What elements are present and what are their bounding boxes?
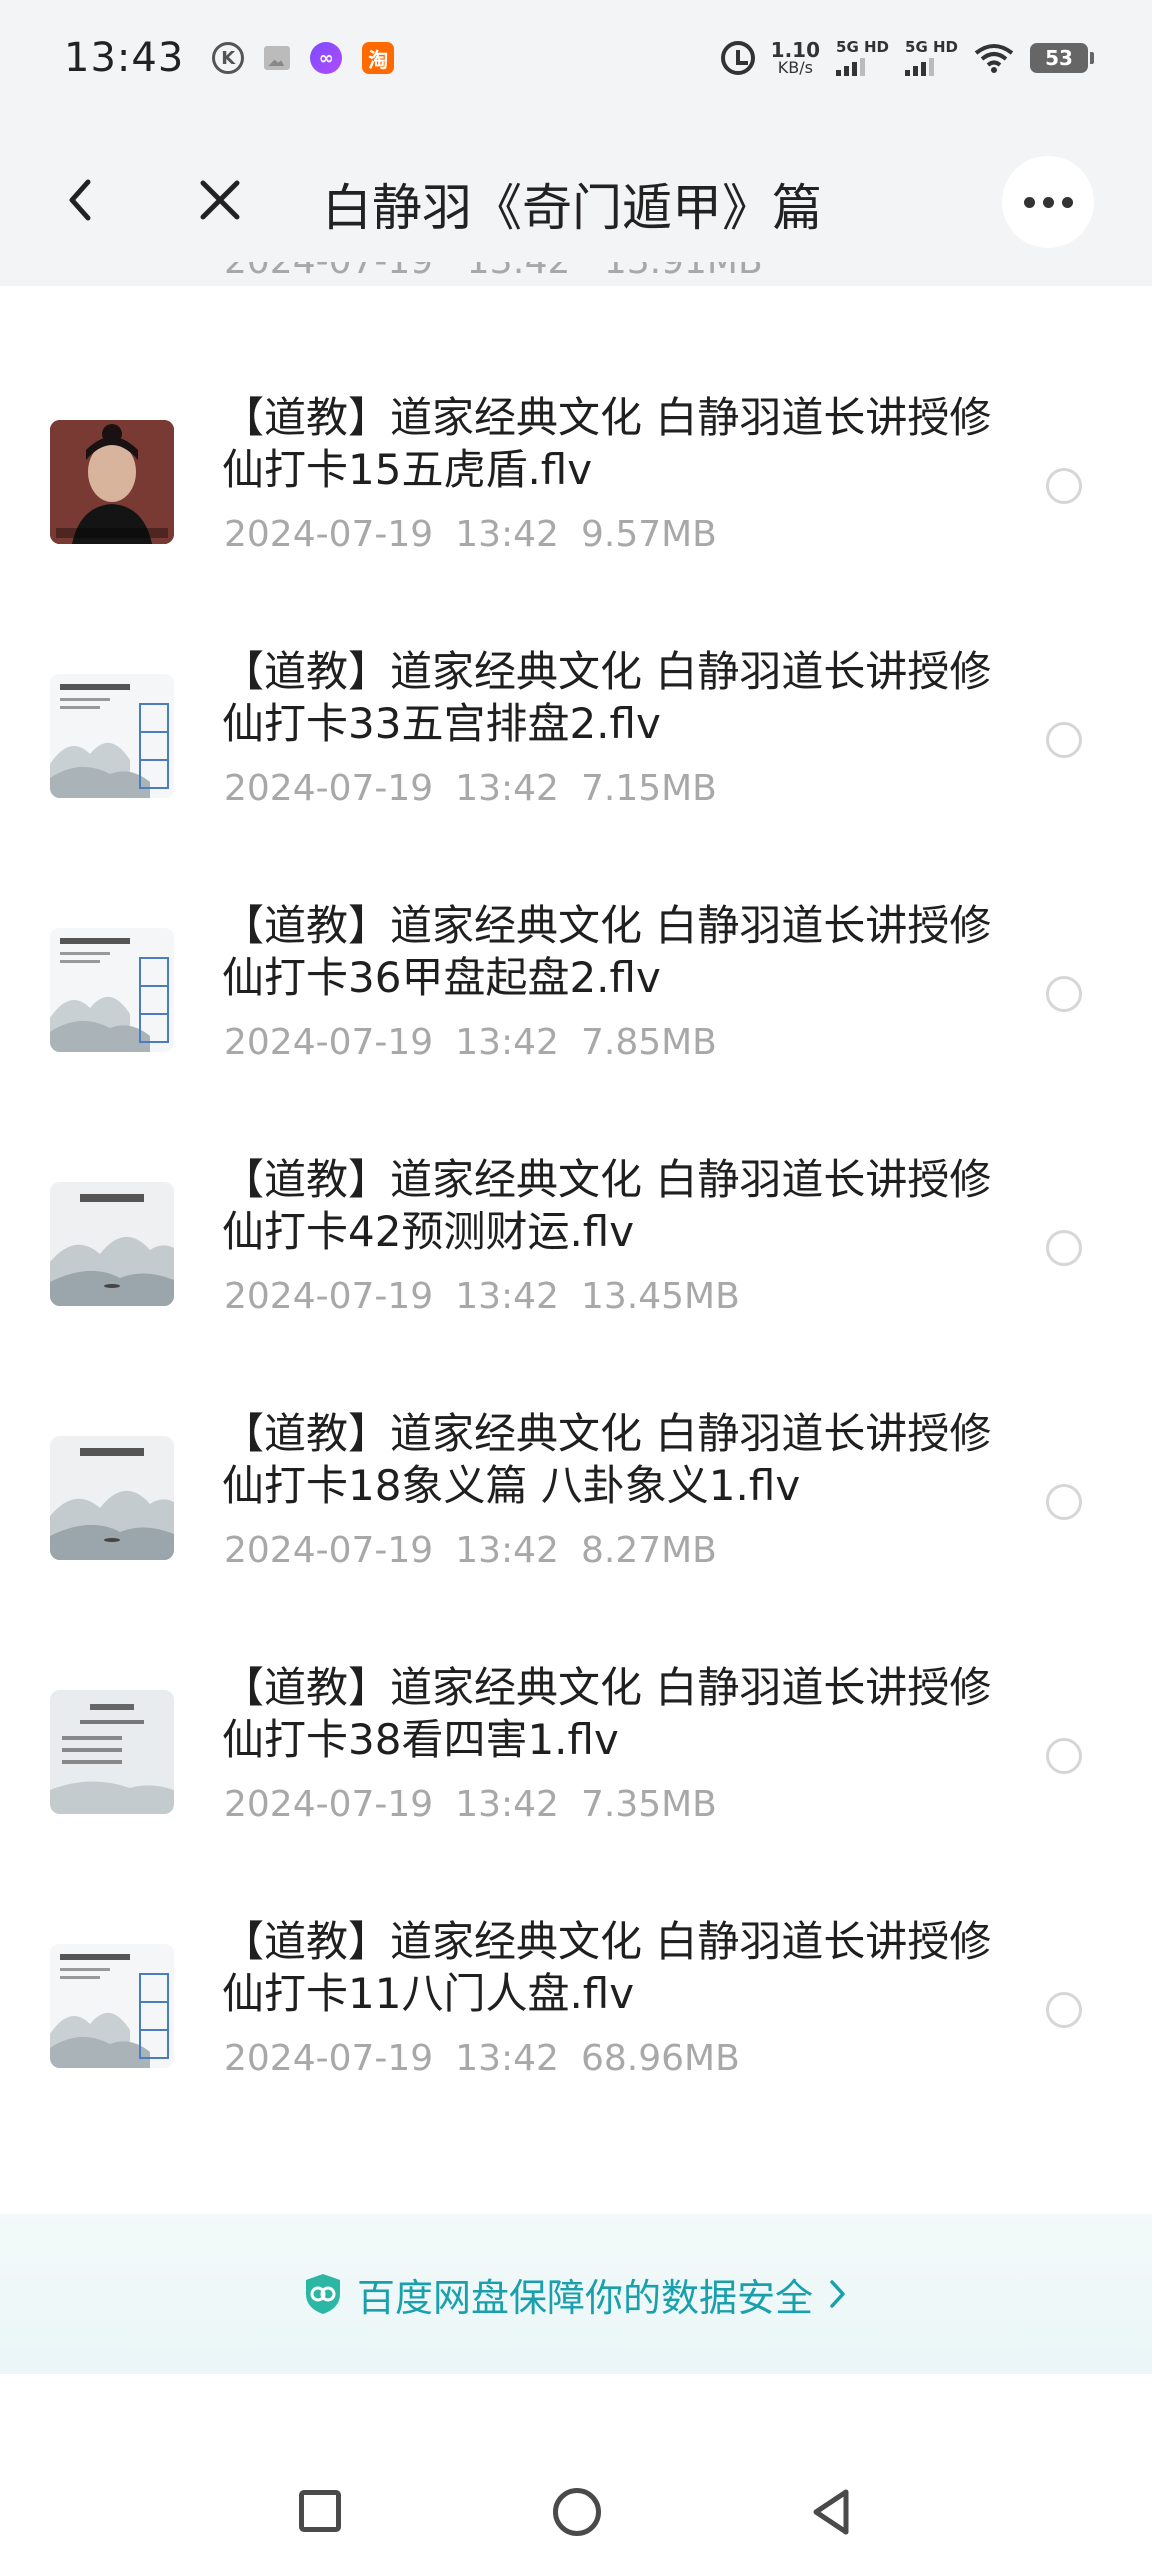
file-meta: 2024-07-19 13:42 7.85MB	[224, 1022, 717, 1063]
video-thumbnail	[50, 1436, 174, 1560]
signal-bars-icon	[905, 58, 935, 76]
app-header: 白静羽《奇门遁甲》篇	[0, 116, 1152, 286]
video-thumbnail	[50, 1944, 174, 2068]
file-date: 2024-07-19	[224, 768, 434, 809]
status-time: 13:43	[64, 35, 185, 81]
file-name: 【道教】道家经典文化 白静羽道长讲授修仙打卡18象义篇 八卦象义1.flv	[222, 1409, 992, 1510]
home-icon[interactable]	[553, 2488, 601, 2536]
file-name: 【道教】道家经典文化 白静羽道长讲授修仙打卡33五宫排盘2.flv	[222, 647, 992, 748]
file-name: 【道教】道家经典文化 白静羽道长讲授修仙打卡38看四害1.flv	[222, 1663, 992, 1764]
file-size: 9.57MB	[580, 514, 717, 555]
file-list-item[interactable]: 【道教】道家经典文化 白静羽道长讲授修仙打卡33五宫排盘2.flv 2024-07…	[0, 646, 1152, 900]
more-dots-icon	[1023, 196, 1035, 208]
file-name: 【道教】道家经典文化 白静羽道长讲授修仙打卡36甲盘起盘2.flv	[222, 901, 992, 1002]
file-time: 13:42	[455, 2038, 559, 2079]
back-button[interactable]	[52, 172, 108, 228]
video-thumbnail	[50, 1690, 174, 1814]
file-date: 2024-07-19	[224, 514, 434, 555]
shield-icon	[305, 2274, 340, 2314]
video-thumbnail	[50, 674, 174, 798]
file-name: 【道教】道家经典文化 白静羽道长讲授修仙打卡11八门人盘.flv	[222, 1917, 992, 2018]
file-meta: 2024-07-19 13:42 68.96MB	[224, 2038, 740, 2079]
file-size: 7.15MB	[580, 768, 717, 809]
file-time: 13:42	[467, 262, 571, 282]
back-triangle-icon[interactable]	[806, 2486, 858, 2538]
select-radio[interactable]	[1046, 1738, 1082, 1774]
more-dot	[1061, 196, 1073, 208]
recent-apps-icon[interactable]	[299, 2490, 341, 2532]
select-radio[interactable]	[1046, 1230, 1082, 1266]
status-bar: 13:43 K ∞ 淘 1.10 KB/s 5G HD 5G HD 53	[0, 0, 1152, 116]
close-icon	[200, 180, 240, 220]
select-radio[interactable]	[1046, 468, 1082, 504]
file-size: 8.27MB	[580, 1530, 717, 1571]
file-date: 2024-07-19	[224, 2038, 434, 2079]
file-name: 【道教】道家经典文化 白静羽道长讲授修仙打卡15五虎盾.flv	[222, 393, 992, 494]
chevron-left-icon	[69, 179, 91, 221]
file-list-item[interactable]: 【道教】道家经典文化 白静羽道长讲授修仙打卡18象义篇 八卦象义1.flv 202…	[0, 1408, 1152, 1662]
select-radio[interactable]	[1046, 722, 1082, 758]
network-speed: 1.10 KB/s	[771, 40, 820, 76]
more-button[interactable]	[1002, 156, 1094, 248]
battery-icon: 53	[1030, 43, 1094, 73]
cut-off-file-meta: 2024-07-19 13:42 13.91MB	[224, 262, 763, 290]
close-button[interactable]	[192, 172, 248, 228]
more-dot	[1042, 196, 1054, 208]
loop-app-icon: ∞	[310, 42, 343, 74]
network-speed-unit: KB/s	[777, 58, 813, 77]
video-thumbnail	[50, 928, 174, 1052]
video-thumbnail	[50, 1182, 174, 1306]
select-radio[interactable]	[1046, 1484, 1082, 1520]
select-radio[interactable]	[1046, 1992, 1082, 2028]
file-meta: 2024-07-19 13:42 8.27MB	[224, 1530, 717, 1571]
chevron-right-icon	[830, 2280, 845, 2308]
file-date: 2024-07-19	[224, 1784, 434, 1825]
file-size: 7.35MB	[580, 1784, 717, 1825]
file-time: 13:42	[455, 1530, 559, 1571]
notification-icons: K ∞ 淘	[212, 42, 395, 74]
system-navigation-bar	[0, 2374, 1152, 2560]
file-date: 2024-07-19	[224, 1276, 434, 1317]
taobao-icon: 淘	[362, 42, 395, 74]
file-time: 13:42	[455, 1022, 559, 1063]
file-date: 2024-07-19	[224, 262, 433, 282]
video-thumbnail	[50, 420, 174, 544]
security-banner-text: 百度网盘保障你的数据安全	[356, 2275, 813, 2320]
file-size: 7.85MB	[580, 1022, 717, 1063]
gallery-icon	[264, 46, 291, 70]
file-time: 13:42	[455, 1276, 559, 1317]
file-browser-screen: 13:43 K ∞ 淘 1.10 KB/s 5G HD 5G HD 53 白静羽…	[0, 0, 1152, 2560]
sim2-signal: 5G HD	[905, 40, 958, 76]
select-radio[interactable]	[1046, 976, 1082, 1012]
file-date: 2024-07-19	[224, 1022, 434, 1063]
sim1-label: 5G HD	[836, 38, 890, 56]
security-banner[interactable]: 百度网盘保障你的数据安全	[0, 2214, 1152, 2374]
file-name: 【道教】道家经典文化 白静羽道长讲授修仙打卡42预测财运.flv	[222, 1155, 992, 1256]
file-size: 68.96MB	[580, 2038, 740, 2079]
file-list-item[interactable]: 【道教】道家经典文化 白静羽道长讲授修仙打卡42预测财运.flv 2024-07-…	[0, 1154, 1152, 1408]
file-list-item[interactable]: 【道教】道家经典文化 白静羽道长讲授修仙打卡36甲盘起盘2.flv 2024-07…	[0, 900, 1152, 1154]
system-icons: 1.10 KB/s 5G HD 5G HD 53	[720, 40, 1094, 76]
file-size: 13.45MB	[580, 1276, 740, 1317]
file-meta: 2024-07-19 13:42 7.15MB	[224, 768, 717, 809]
signal-bars-icon	[836, 58, 866, 76]
file-list-item[interactable]: 【道教】道家经典文化 白静羽道长讲授修仙打卡15五虎盾.flv 2024-07-1…	[0, 392, 1152, 646]
wifi-icon	[974, 44, 1014, 73]
file-meta: 2024-07-19 13:42 13.45MB	[224, 1276, 740, 1317]
file-list-item[interactable]: 【道教】道家经典文化 白静羽道长讲授修仙打卡11八门人盘.flv 2024-07-…	[0, 1916, 1152, 2170]
file-meta: 2024-07-19 13:42 9.57MB	[224, 514, 717, 555]
file-meta: 2024-07-19 13:42 7.35MB	[224, 1784, 717, 1825]
alarm-icon	[720, 41, 755, 75]
sim2-label: 5G HD	[905, 38, 958, 56]
page-title: 白静羽《奇门遁甲》篇	[322, 179, 822, 237]
file-date: 2024-07-19	[224, 1530, 434, 1571]
sim1-signal: 5G HD	[836, 40, 889, 76]
file-time: 13:42	[455, 1784, 559, 1825]
k-icon: K	[212, 42, 245, 74]
file-time: 13:42	[455, 514, 559, 555]
network-speed-value: 1.10	[770, 38, 821, 62]
file-size: 13.91MB	[604, 262, 763, 282]
file-time: 13:42	[455, 768, 559, 809]
file-list-item[interactable]: 【道教】道家经典文化 白静羽道长讲授修仙打卡38看四害1.flv 2024-07-…	[0, 1662, 1152, 1916]
